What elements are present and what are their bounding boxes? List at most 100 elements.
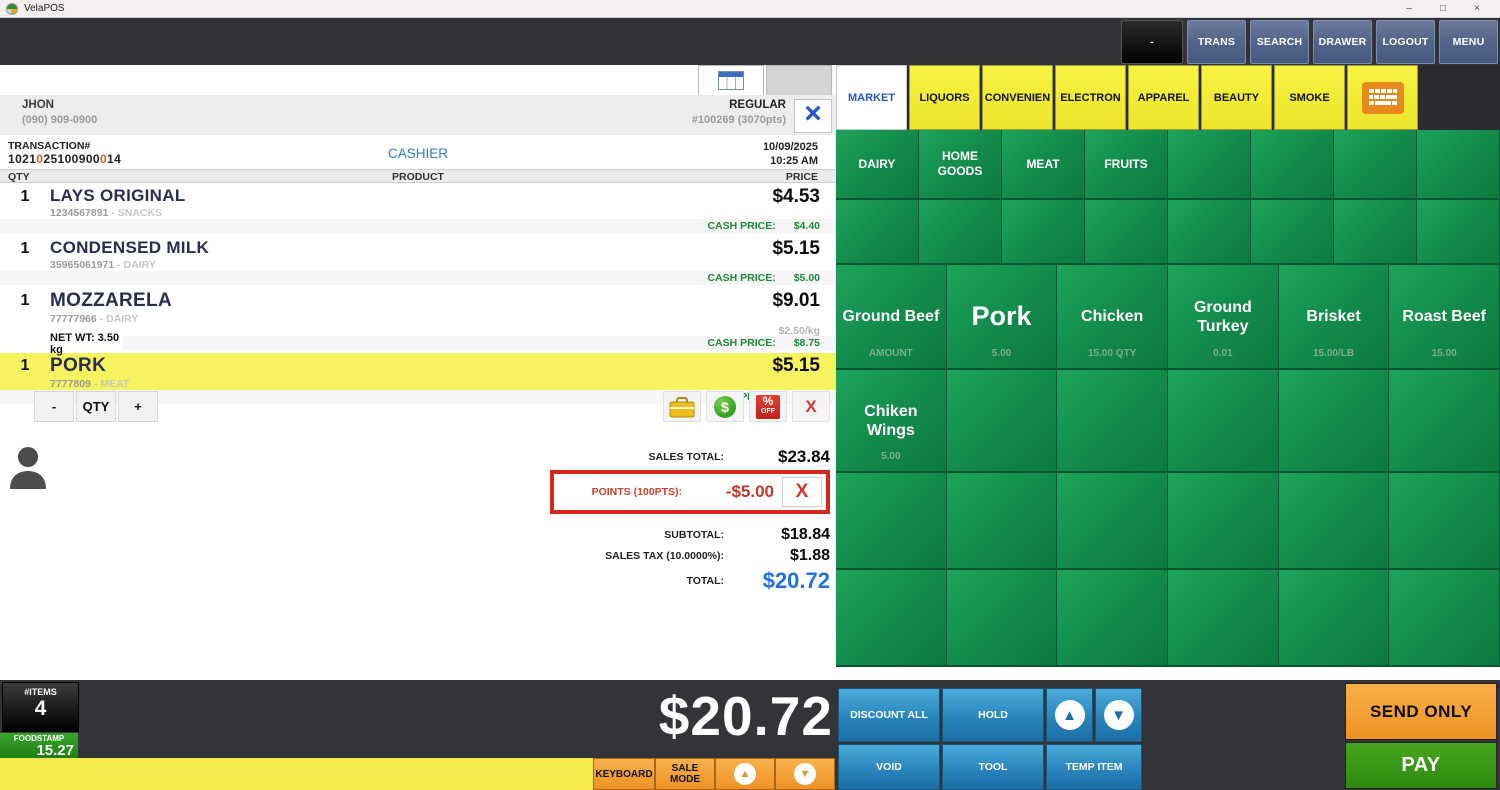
line-item[interactable]: 1 MOZZARELA 77777966 - DAIRY $9.01 NET W… bbox=[0, 288, 836, 350]
grid-cell-empty[interactable] bbox=[947, 370, 1058, 473]
tab-apparel[interactable]: APPAREL bbox=[1128, 65, 1199, 130]
grid-cell-empty[interactable] bbox=[1334, 200, 1417, 265]
drawer-button[interactable]: DRAWER bbox=[1313, 20, 1372, 64]
temp-item-button[interactable]: TEMP ITEM bbox=[1046, 744, 1142, 790]
product-ground-turkey[interactable]: Ground Turkey0.01 bbox=[1168, 265, 1279, 370]
search-button[interactable]: SEARCH bbox=[1250, 20, 1309, 64]
scroll-up-button[interactable]: ▲ bbox=[715, 758, 775, 790]
tab-smoke[interactable]: SMOKE bbox=[1274, 65, 1345, 130]
grid-cell-empty[interactable] bbox=[1389, 370, 1500, 473]
avatar bbox=[8, 445, 48, 489]
price-override-button[interactable]: $ bbox=[706, 391, 744, 422]
grid-cell-empty[interactable] bbox=[1417, 200, 1500, 265]
grid-cell-empty[interactable] bbox=[1057, 473, 1168, 570]
grid-cell-empty[interactable] bbox=[1057, 370, 1168, 473]
grid-cell-empty[interactable] bbox=[947, 473, 1058, 570]
grid-cell-empty[interactable] bbox=[1279, 370, 1390, 473]
item-code: 35965061971 bbox=[50, 259, 114, 271]
qty-minus-button[interactable]: - bbox=[34, 391, 74, 422]
void-button[interactable]: VOID bbox=[838, 744, 940, 790]
arrow-down-icon: ▼ bbox=[1104, 700, 1134, 730]
close-button[interactable]: × bbox=[1460, 1, 1494, 17]
menu-button[interactable]: MENU bbox=[1439, 20, 1498, 64]
grid-cell-empty[interactable] bbox=[1168, 570, 1279, 667]
hold-button[interactable]: HOLD bbox=[942, 688, 1044, 742]
sales-tax-value: $1.88 bbox=[738, 547, 830, 565]
items-count-value: 4 bbox=[3, 697, 78, 721]
grid-cell-empty[interactable] bbox=[1057, 570, 1168, 667]
maximize-button[interactable]: □ bbox=[1426, 1, 1460, 17]
product-brisket[interactable]: Brisket15.00/LB bbox=[1279, 265, 1390, 370]
grid-down-button[interactable]: ▼ bbox=[1095, 688, 1142, 742]
grid-cell-empty[interactable] bbox=[1168, 200, 1251, 265]
subtotal-label: SUBTOTAL: bbox=[550, 529, 738, 541]
tab-customers[interactable] bbox=[766, 65, 832, 95]
tool-button[interactable]: TOOL bbox=[942, 744, 1044, 790]
keyboard-button[interactable]: KEYBOARD bbox=[593, 758, 655, 790]
line-item[interactable]: 1 CONDENSED MILK 35965061971 - DAIRY $5.… bbox=[0, 236, 836, 285]
totals-section: SALES TOTAL: $23.84 POINTS (100PTS): -$5… bbox=[550, 447, 830, 597]
tab-transaction[interactable] bbox=[698, 65, 764, 95]
dept-fruits[interactable]: FRUITS bbox=[1085, 130, 1168, 200]
grid-cell-empty[interactable] bbox=[836, 200, 919, 265]
remove-customer-button[interactable]: × bbox=[794, 99, 832, 133]
line-item[interactable]: 1 LAYS ORIGINAL 1234567891 - SNACKS $4.5… bbox=[0, 184, 836, 233]
grid-cell-empty[interactable] bbox=[1085, 200, 1168, 265]
trans-button[interactable]: TRANS bbox=[1187, 20, 1246, 64]
grid-cell-empty[interactable] bbox=[1251, 200, 1334, 265]
product-chicken[interactable]: Chicken15.00 QTY bbox=[1057, 265, 1168, 370]
grid-cell-empty[interactable] bbox=[919, 200, 1002, 265]
grid-cell-empty[interactable] bbox=[947, 570, 1058, 667]
cash-price-value: $5.00 bbox=[794, 272, 820, 284]
qty-plus-button[interactable]: + bbox=[118, 391, 158, 422]
tab-liquors[interactable]: LIQUORS bbox=[909, 65, 980, 130]
sale-mode-button[interactable]: SALE MODE bbox=[655, 758, 715, 790]
grid-cell-empty[interactable] bbox=[1251, 130, 1334, 200]
case-price-button[interactable] bbox=[663, 391, 701, 422]
pay-button[interactable]: PAY bbox=[1345, 742, 1497, 789]
dept-meat[interactable]: MEAT bbox=[1002, 130, 1085, 200]
logout-button[interactable]: LOGOUT bbox=[1376, 20, 1435, 64]
product-pork[interactable]: Pork5.00 bbox=[947, 265, 1058, 370]
product-chiken-wings[interactable]: Chiken Wings5.00 bbox=[836, 370, 947, 473]
grid-up-button[interactable]: ▲ bbox=[1046, 688, 1093, 742]
grid-cell-empty[interactable] bbox=[1279, 570, 1390, 667]
total-value: $20.72 bbox=[738, 568, 830, 594]
grid-cell-empty[interactable] bbox=[1389, 473, 1500, 570]
remove-points-button[interactable]: X bbox=[782, 477, 822, 507]
grid-cell-empty[interactable] bbox=[1168, 130, 1251, 200]
keyboard-icon bbox=[1362, 82, 1404, 114]
send-only-button[interactable]: SEND ONLY bbox=[1345, 683, 1497, 740]
tab-beauty[interactable]: BEAUTY bbox=[1201, 65, 1272, 130]
grid-cell-empty[interactable] bbox=[1002, 200, 1085, 265]
grid-cell-empty[interactable] bbox=[836, 473, 947, 570]
item-net-weight: NET WT: 3.50 kg bbox=[0, 332, 123, 356]
grid-cell-empty[interactable] bbox=[1334, 130, 1417, 200]
qty-button[interactable]: QTY bbox=[76, 391, 116, 422]
tab-keyboard[interactable] bbox=[1347, 65, 1418, 130]
receipt-panel: JHON (090) 909-0900 REGULAR #100269 (307… bbox=[0, 65, 836, 680]
scroll-down-button[interactable]: ▼ bbox=[775, 758, 835, 790]
points-value: -$5.00 bbox=[696, 482, 774, 502]
remove-item-button[interactable]: X bbox=[792, 391, 830, 422]
product-ground-beef[interactable]: Ground BeefAMOUNT bbox=[836, 265, 947, 370]
tab-market[interactable]: MARKET bbox=[836, 65, 907, 130]
item-price: $9.01 bbox=[706, 290, 836, 312]
discount-all-button[interactable]: DISCOUNT ALL bbox=[838, 688, 940, 742]
dept-dairy[interactable]: DAIRY bbox=[836, 130, 919, 200]
arrow-down-icon: ▼ bbox=[794, 763, 816, 785]
dept-home-goods[interactable]: HOME GOODS bbox=[919, 130, 1002, 200]
product-roast-beef[interactable]: Roast Beef15.00 bbox=[1389, 265, 1500, 370]
minimize-button[interactable]: – bbox=[1392, 1, 1426, 17]
grid-cell-empty[interactable] bbox=[1389, 570, 1500, 667]
grid-cell-empty[interactable] bbox=[1279, 473, 1390, 570]
tab-electronics[interactable]: ELECTRON bbox=[1055, 65, 1126, 130]
foodstamp-box: FOODSTAMP 15.27 bbox=[0, 733, 78, 759]
collapse-button[interactable]: - bbox=[1121, 20, 1183, 64]
grid-cell-empty[interactable] bbox=[1168, 473, 1279, 570]
grid-cell-empty[interactable] bbox=[1168, 370, 1279, 473]
grid-cell-empty[interactable] bbox=[836, 570, 947, 667]
tab-convenience[interactable]: CONVENIEN bbox=[982, 65, 1053, 130]
discount-item-button[interactable]: % OFF bbox=[749, 391, 787, 422]
grid-cell-empty[interactable] bbox=[1417, 130, 1500, 200]
